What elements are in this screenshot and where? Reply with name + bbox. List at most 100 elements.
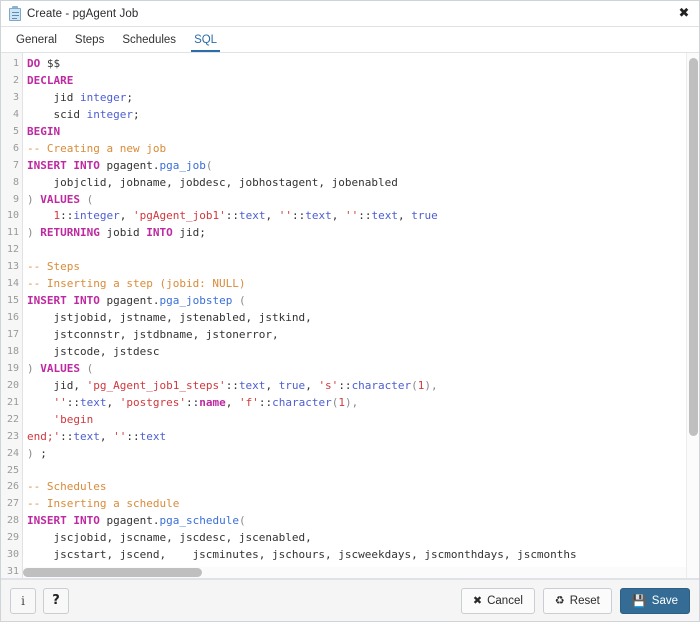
- code-line: 1::integer, 'pgAgent_job1'::text, ''::te…: [27, 208, 699, 225]
- code-token: (: [86, 192, 94, 206]
- page-title: Create - pgAgent Job: [27, 7, 139, 20]
- code-token: text: [238, 378, 266, 392]
- line-number: 23: [6, 430, 19, 442]
- line-number: 31: [6, 566, 19, 578]
- code-line: jscjobid, jscname, jscdesc, jscenabled,: [27, 530, 699, 547]
- line-number: 20: [6, 379, 19, 391]
- recycle-icon: ♻: [554, 594, 565, 607]
- code-token: pgagent.: [106, 514, 160, 528]
- code-token: integer: [73, 209, 120, 223]
- save-button-label: Save: [651, 594, 678, 607]
- code-token: text: [238, 209, 266, 223]
- code-token: integer: [86, 107, 133, 121]
- code-token: jobid: [106, 226, 147, 240]
- code-line: -- Schedules: [27, 479, 699, 496]
- line-number: 1: [12, 58, 19, 69]
- line-number: 27: [6, 498, 19, 510]
- line-number: 16: [6, 312, 19, 324]
- code-token: DECLARE: [27, 73, 74, 87]
- footer-actions: ✖ Cancel ♻ Reset 💾 Save: [453, 587, 690, 614]
- code-line: jstconnstr, jstdbname, jstonerror,: [27, 327, 699, 344]
- tab-steps[interactable]: Steps: [66, 27, 113, 52]
- line-number: 14: [6, 278, 19, 290]
- vertical-scrollbar-thumb[interactable]: [689, 58, 698, 437]
- code-token: ): [27, 192, 34, 206]
- tab-sql[interactable]: SQL: [185, 27, 226, 52]
- line-number: 10: [6, 210, 19, 222]
- code-token: true: [278, 378, 306, 392]
- code-token: integer: [79, 90, 127, 104]
- sql-editor[interactable]: 1 2 3 4 5 6 7 8 9 10 11 12 13 14 15 16 17 18 19 20 21 22 23 24 2…: [1, 53, 699, 579]
- line-number-gutter: 1 2 3 4 5 6 7 8 9 10 11 12 13 14 15 16 17 18 19 20 21 22 23 24 2…: [1, 53, 23, 578]
- reset-button-label: Reset: [569, 594, 600, 607]
- line-number: 26: [6, 481, 19, 493]
- code-token: '': [344, 209, 359, 223]
- help-button[interactable]: ?: [43, 587, 69, 614]
- code-line: jobjclid, jobname, jobdesc, jobhostagent…: [27, 175, 699, 192]
- save-button[interactable]: 💾 Save: [619, 587, 690, 614]
- code-line: ) ;: [27, 446, 699, 463]
- code-line: BEGIN: [27, 124, 699, 141]
- code-token: 'begin: [53, 412, 94, 426]
- cancel-button[interactable]: ✖ Cancel: [460, 587, 535, 614]
- reset-button[interactable]: ♻ Reset: [542, 587, 612, 614]
- code-token: 'postgres': [119, 395, 186, 409]
- code-token: ): [27, 361, 34, 375]
- horizontal-scrollbar[interactable]: [23, 567, 686, 578]
- code-line: ) RETURNING jobid INTO jid;: [27, 225, 699, 242]
- line-number: 22: [6, 413, 19, 425]
- code-line: ) VALUES (: [27, 361, 699, 378]
- code-token: ,: [106, 395, 120, 409]
- info-button[interactable]: i: [10, 587, 36, 614]
- horizontal-scrollbar-thumb[interactable]: [23, 568, 202, 577]
- line-number: 3: [12, 91, 19, 103]
- code-token: '': [53, 395, 67, 409]
- code-line: jid integer;: [27, 90, 699, 107]
- code-token: ;: [33, 446, 47, 460]
- tab-general[interactable]: General: [7, 27, 66, 52]
- code-token: ::: [291, 209, 306, 223]
- tab-label: SQL: [194, 33, 218, 46]
- tab-label: Schedules: [122, 33, 177, 46]
- line-number: 12: [6, 244, 19, 256]
- close-icon[interactable]: ✖: [675, 5, 693, 23]
- code-token: -- Schedules: [27, 480, 107, 494]
- dialog-footer: i ? ✖ Cancel ♻ Reset 💾 Save: [1, 579, 699, 621]
- code-line: 'begin: [27, 412, 699, 429]
- code-token: ::: [258, 395, 273, 409]
- code-token: 's': [318, 378, 339, 392]
- code-token: jstjobid, jstname, jstenabled, jstkind,: [27, 311, 312, 325]
- code-token: ),: [424, 378, 438, 392]
- code-line: jid, 'pg_Agent_job1_steps'::text, true, …: [27, 378, 699, 395]
- code-token: ): [27, 226, 34, 240]
- tab-schedules[interactable]: Schedules: [113, 27, 185, 52]
- vertical-scrollbar[interactable]: [686, 53, 699, 578]
- code-token: ;: [132, 107, 140, 121]
- line-number: 2: [12, 74, 19, 86]
- code-token: ::: [185, 395, 200, 409]
- line-number: 24: [6, 447, 19, 459]
- code-token: ,: [225, 395, 239, 409]
- code-area[interactable]: 1 2 3 4 5 6 7 8 9 10 11 12 13 14 15 16 17 18 19 20 21 22 23 24 2…: [1, 53, 699, 578]
- code-token: jstconnstr, jstdbname, jstonerror,: [27, 328, 279, 341]
- code-token: DO: [27, 57, 47, 70]
- close-icon: ✖: [472, 594, 483, 607]
- code-token: ,: [99, 429, 114, 443]
- code-line: ) VALUES (: [27, 192, 699, 209]
- code-token: end;': [27, 429, 61, 443]
- code-token: ,: [265, 209, 279, 223]
- code-token: ::: [225, 378, 239, 392]
- code-token: -- Inserting a schedule: [27, 497, 180, 511]
- code-content[interactable]: DO $$ DECLARE jid integer; scid integer; B…: [23, 53, 699, 578]
- line-number: 17: [6, 329, 19, 340]
- line-number: 9: [12, 193, 19, 205]
- code-token: (: [411, 378, 418, 392]
- code-token: RETURNING: [33, 226, 107, 240]
- code-token: character: [272, 395, 332, 409]
- code-token: pga_schedule: [159, 514, 239, 528]
- code-token: pgagent.: [106, 158, 160, 172]
- code-token: jscjobid, jscname, jscdesc, jscenabled,: [27, 531, 312, 545]
- code-line: DO $$: [27, 56, 699, 73]
